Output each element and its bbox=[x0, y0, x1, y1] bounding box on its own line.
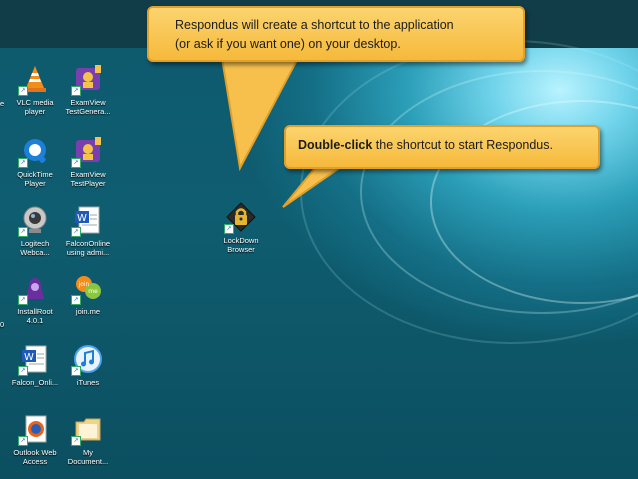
callout-top: Respondus will create a shortcut to the … bbox=[147, 6, 525, 62]
callout-tails bbox=[220, 57, 352, 208]
callout-top-line2: (or ask if you want one) on your desktop… bbox=[175, 37, 401, 51]
callout-top-line1: Respondus will create a shortcut to the … bbox=[175, 18, 454, 32]
callout-middle-bold: Double-click bbox=[298, 138, 373, 152]
callout-middle-text: the shortcut to start Respondus. bbox=[372, 138, 553, 152]
callout-middle: Double-click the shortcut to start Respo… bbox=[284, 125, 600, 169]
